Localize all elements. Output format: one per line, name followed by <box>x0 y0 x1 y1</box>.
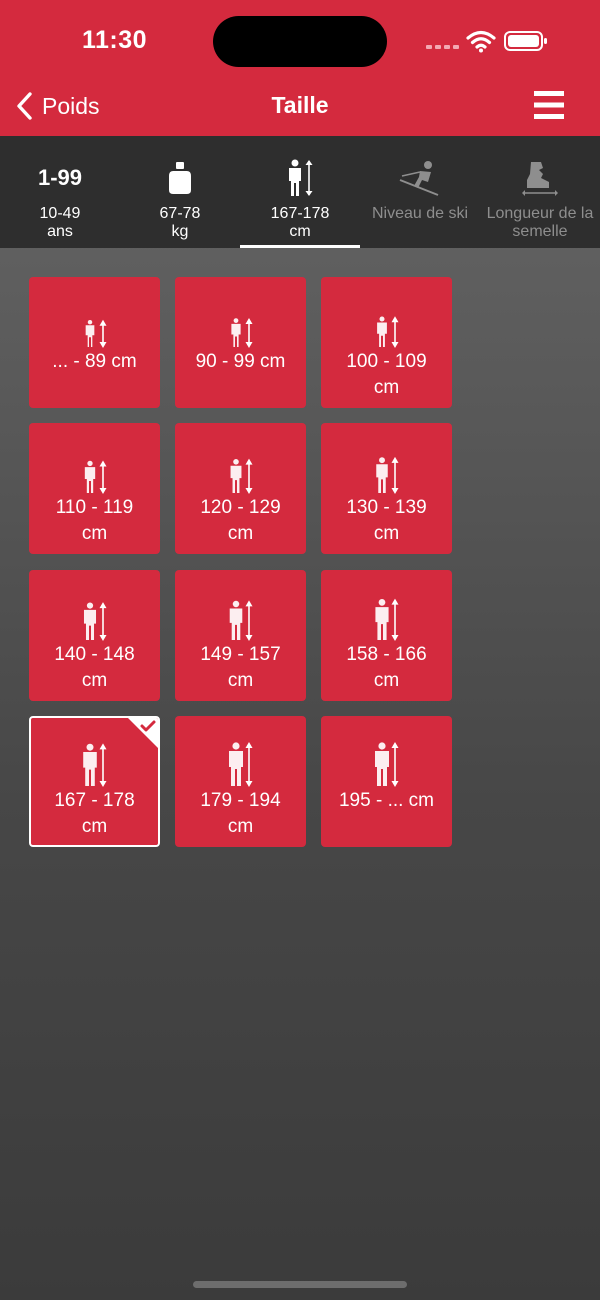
height-option-label: 120 - 129 cm <box>200 497 281 544</box>
height-option-selected[interactable]: 167 - 178 cm <box>29 716 160 847</box>
person-height-icon <box>175 301 306 349</box>
height-option[interactable]: ... - 89 cm <box>29 277 160 408</box>
person-height-icon <box>175 447 306 495</box>
height-option-label: ... - 89 cm <box>52 351 137 372</box>
person-height-icon <box>321 447 452 495</box>
height-option-label: 100 - 109 cm <box>346 351 427 398</box>
height-option-label: 158 - 166 cm <box>346 644 427 691</box>
height-option[interactable]: 195 - ... cm <box>321 716 452 847</box>
height-option-label: 179 - 194 cm <box>200 790 281 837</box>
dynamic-island <box>213 16 387 67</box>
home-indicator <box>193 1281 407 1288</box>
back-button-label: Poids <box>42 92 100 119</box>
checkmark-icon <box>128 718 158 748</box>
height-option-label: 90 - 99 cm <box>195 351 286 372</box>
person-height-icon <box>321 740 452 788</box>
height-option-label: 149 - 157 cm <box>200 644 281 691</box>
tab-height[interactable]: 167-178 cm <box>240 136 360 248</box>
cellular-signal-icon <box>426 45 459 49</box>
battery-icon <box>504 31 547 51</box>
hamburger-menu-icon[interactable] <box>532 89 566 121</box>
height-option[interactable]: 149 - 157 cm <box>175 570 306 701</box>
tab-height-label: 167-178 cm <box>270 205 330 240</box>
skier-icon <box>399 161 439 196</box>
wifi-icon <box>466 30 496 53</box>
age-icon: 1-99 <box>37 165 83 190</box>
height-option[interactable]: 110 - 119 cm <box>29 423 160 554</box>
status-time: 11:30 <box>82 26 148 54</box>
height-option[interactable]: 158 - 166 cm <box>321 570 452 701</box>
tab-age[interactable]: 1-99 10-49 ans <box>0 136 120 248</box>
person-height-icon <box>175 594 306 642</box>
height-option-label: 167 - 178 cm <box>54 790 135 837</box>
ski-boot-icon <box>522 162 558 196</box>
tab-sole-length[interactable]: Longueur de la semelle <box>480 136 600 248</box>
page-title: Taille <box>271 92 329 118</box>
person-height-icon <box>29 301 160 349</box>
height-option-label: 140 - 148 cm <box>54 644 135 691</box>
height-option-label: 195 - ... cm <box>338 790 435 811</box>
tab-weight-label: 67-78 kg <box>159 205 201 240</box>
height-option[interactable]: 140 - 148 cm <box>29 570 160 701</box>
height-option[interactable]: 179 - 194 cm <box>175 716 306 847</box>
height-option-label: 110 - 119 cm <box>55 497 134 544</box>
wizard-step-tabs: 1-99 10-49 ans 67-78 kg 167-178 cm Nivea… <box>0 136 600 248</box>
tab-weight[interactable]: 67-78 kg <box>120 136 240 248</box>
height-icon <box>289 159 313 196</box>
height-option-label: 130 - 139 cm <box>346 497 427 544</box>
person-height-icon <box>321 301 452 349</box>
person-height-icon <box>29 447 160 495</box>
height-option[interactable]: 90 - 99 cm <box>175 277 306 408</box>
person-height-icon <box>175 740 306 788</box>
weight-icon <box>169 162 191 194</box>
person-height-icon <box>321 594 452 642</box>
chevron-left-icon <box>17 92 32 120</box>
person-height-icon <box>29 594 160 642</box>
app-header: 11:30 Poids Taille <box>0 0 600 136</box>
height-option[interactable]: 100 - 109 cm <box>321 277 452 408</box>
active-tab-indicator <box>240 245 360 248</box>
height-option[interactable]: 120 - 129 cm <box>175 423 306 554</box>
tab-sole-length-label: Longueur de la semelle <box>486 205 594 240</box>
tab-ski-level[interactable]: Niveau de ski <box>360 136 480 248</box>
tab-ski-level-label: Niveau de ski <box>371 205 469 222</box>
back-button[interactable]: Poids <box>14 88 100 124</box>
tab-age-label: 10-49 ans <box>39 205 81 240</box>
height-option[interactable]: 130 - 139 cm <box>321 423 452 554</box>
